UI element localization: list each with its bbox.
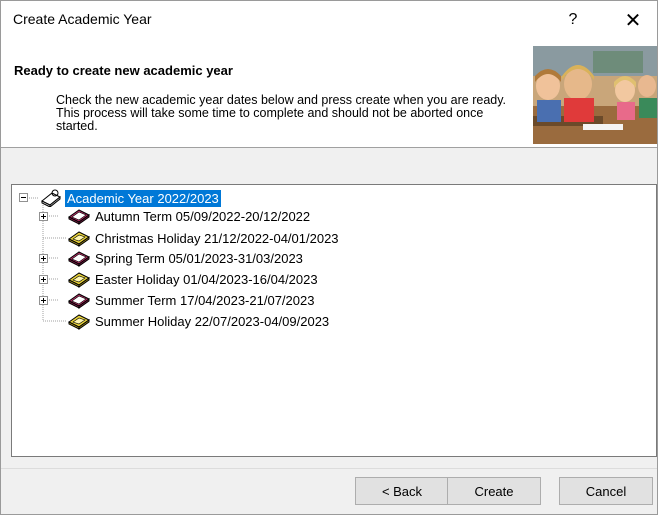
tree-item-label: Christmas Holiday 21/12/2022-04/01/2023 — [95, 230, 339, 246]
back-button[interactable]: < Back — [355, 477, 449, 505]
tree-item-label: Spring Term 05/01/2023-31/03/2023 — [95, 250, 303, 266]
close-icon: ✕ — [624, 9, 642, 32]
holiday-calendar-icon — [68, 314, 90, 330]
help-button[interactable]: ? — [551, 5, 595, 35]
footer-divider — [1, 468, 657, 469]
tree-root-academic-year[interactable]: Academic Year 2022/2023 — [39, 189, 221, 207]
close-button[interactable]: ✕ — [611, 5, 655, 35]
wizard-header: Ready to create new academic year Check … — [1, 38, 657, 148]
term-calendar-icon — [68, 251, 90, 267]
holiday-calendar-icon — [68, 231, 90, 247]
tree-item-christmas-holiday[interactable]: Christmas Holiday 21/12/2022-04/01/2023 — [67, 229, 341, 247]
expand-summer-term-icon[interactable] — [39, 296, 48, 305]
expand-spring-term-icon[interactable] — [39, 254, 48, 263]
holiday-calendar-icon — [68, 272, 90, 288]
term-calendar-icon — [68, 209, 90, 225]
help-icon: ? — [568, 11, 578, 28]
tree-item-label: Autumn Term 05/09/2022-20/12/2022 — [95, 208, 311, 224]
tree-item-summer-term[interactable]: Summer Term 17/04/2023-21/07/2023 — [67, 291, 316, 309]
window-title: Create Academic Year — [13, 11, 152, 27]
header-title: Ready to create new academic year — [14, 63, 233, 78]
classroom-photo — [533, 46, 657, 144]
term-calendar-icon — [68, 293, 90, 309]
root-collapse-icon[interactable] — [19, 193, 28, 202]
cancel-button[interactable]: Cancel — [559, 477, 653, 505]
tree-item-label: Easter Holiday 01/04/2023-16/04/2023 — [95, 271, 318, 287]
tree-item-summer-holiday[interactable]: Summer Holiday 22/07/2023-04/09/2023 — [67, 312, 331, 330]
expand-easter-holiday-icon[interactable] — [39, 275, 48, 284]
tree-item-autumn-term[interactable]: Autumn Term 05/09/2022-20/12/2022 — [67, 207, 312, 225]
tree-root-label: Academic Year 2022/2023 — [65, 189, 221, 207]
create-button[interactable]: Create — [447, 477, 541, 505]
create-academic-year-dialog: Create Academic Year ? ✕ Ready to create… — [0, 0, 658, 515]
tree-item-spring-term[interactable]: Spring Term 05/01/2023-31/03/2023 — [67, 249, 305, 267]
tree-item-easter-holiday[interactable]: Easter Holiday 01/04/2023-16/04/2023 — [67, 270, 320, 288]
calendar-book-icon — [41, 189, 61, 207]
expand-autumn-term-icon[interactable] — [39, 212, 48, 221]
tree-item-label: Summer Term 17/04/2023-21/07/2023 — [95, 292, 315, 308]
academic-year-tree[interactable]: Academic Year 2022/2023 Autumn Term 05/0… — [11, 184, 657, 457]
header-description: Check the new academic year dates below … — [56, 93, 507, 133]
tree-item-label: Summer Holiday 22/07/2023-04/09/2023 — [95, 313, 330, 329]
title-bar: Create Academic Year ? ✕ — [1, 1, 657, 38]
